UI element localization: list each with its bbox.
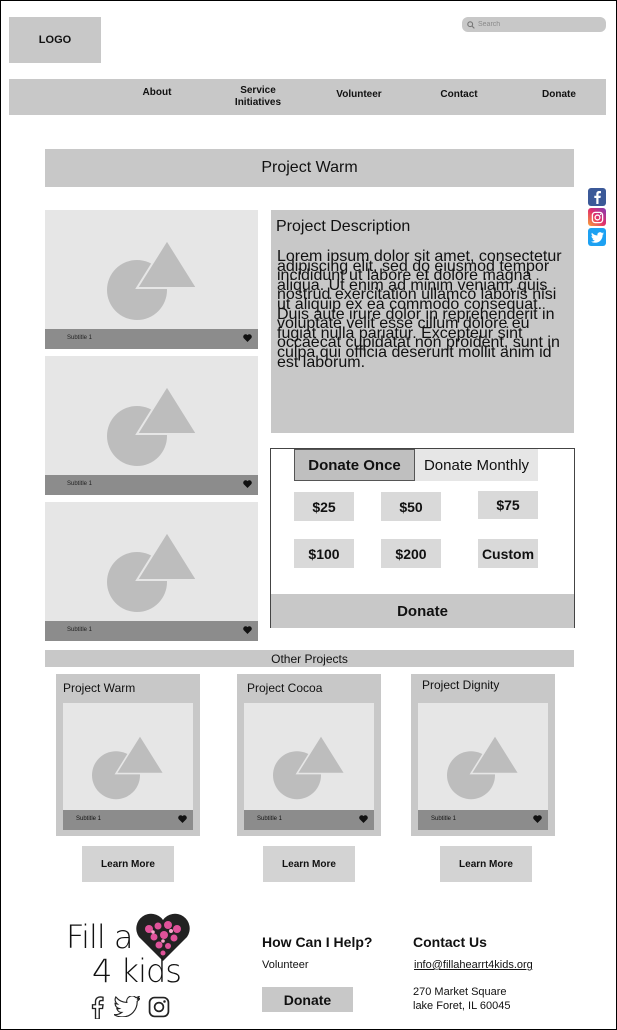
facebook-icon[interactable] — [588, 188, 606, 206]
search-input[interactable] — [478, 21, 598, 28]
amount-100-button[interactable]: $100 — [294, 539, 354, 568]
heart-icon[interactable] — [533, 815, 542, 823]
heart-icon[interactable] — [243, 626, 252, 634]
heart-icon[interactable] — [243, 480, 252, 488]
twitter-icon[interactable] — [588, 228, 606, 246]
card-caption: Subtitle 1 — [418, 810, 548, 830]
contact-heading: Contact Us — [413, 934, 487, 950]
description-body: Lorem ipsum dolor sit amet, consectetur … — [277, 248, 562, 371]
amount-75-button[interactable]: $75 — [478, 491, 538, 519]
other-projects-heading: Other Projects — [45, 650, 574, 667]
learn-more-button[interactable]: Learn More — [263, 846, 355, 882]
tab-donate-once[interactable]: Donate Once — [294, 449, 415, 481]
project-title: Project Cocoa — [247, 681, 323, 695]
nav-about[interactable]: About — [132, 87, 182, 99]
project-image: Subtitle 1 — [63, 703, 193, 830]
project-image: Subtitle 1 — [244, 703, 374, 830]
project-card[interactable]: Project Dignity Subtitle 1 — [411, 674, 555, 836]
image-placeholder-icon — [273, 735, 345, 800]
nav-service-initiatives[interactable]: Service Initiatives — [217, 85, 299, 109]
logo[interactable]: LOGO — [9, 17, 101, 63]
gallery-card[interactable]: Subtitle 1 — [45, 356, 258, 495]
card-caption: Subtitle 1 — [45, 621, 258, 641]
main-nav: About Service Initiatives Volunteer Cont… — [9, 79, 606, 115]
footer-logo[interactable]: Fill a 4 kids — [66, 913, 194, 993]
card-subtitle: Subtitle 1 — [67, 481, 93, 487]
nav-donate[interactable]: Donate — [533, 89, 585, 101]
instagram-icon[interactable] — [148, 996, 170, 1018]
page-title: Project Warm — [45, 149, 574, 187]
help-heading: How Can I Help? — [262, 934, 373, 950]
project-card[interactable]: Project Warm Subtitle 1 — [56, 674, 200, 836]
project-title: Project Dignity — [422, 678, 500, 692]
facebook-icon[interactable] — [88, 995, 106, 1019]
nav-volunteer[interactable]: Volunteer — [327, 89, 391, 101]
card-subtitle: Subtitle 1 — [76, 816, 102, 822]
volunteer-link[interactable]: Volunteer — [262, 959, 308, 971]
card-subtitle: Subtitle 1 — [257, 816, 283, 822]
card-caption: Subtitle 1 — [63, 810, 193, 830]
address-line-1: 270 Market Square — [413, 986, 507, 998]
card-subtitle: Subtitle 1 — [431, 816, 457, 822]
description-heading: Project Description — [276, 218, 411, 235]
amount-25-button[interactable]: $25 — [294, 492, 354, 521]
card-caption: Subtitle 1 — [45, 329, 258, 349]
image-placeholder-icon — [92, 735, 164, 800]
nav-contact[interactable]: Contact — [431, 89, 487, 101]
card-caption: Subtitle 1 — [244, 810, 374, 830]
contact-email-link[interactable]: info@fillahearrt4kids.org — [414, 959, 533, 971]
donate-button[interactable]: Donate — [271, 594, 574, 628]
image-placeholder-icon — [107, 386, 197, 466]
heart-icon[interactable] — [359, 815, 368, 823]
card-subtitle: Subtitle 1 — [67, 627, 93, 633]
gallery-card[interactable]: Subtitle 1 — [45, 502, 258, 641]
brand-line1: Fill a — [66, 918, 134, 956]
tab-donate-monthly[interactable]: Donate Monthly — [415, 449, 538, 481]
twitter-icon[interactable] — [114, 996, 140, 1017]
footer-donate-button[interactable]: Donate — [262, 987, 353, 1012]
search-bar[interactable] — [462, 17, 606, 32]
card-caption: Subtitle 1 — [45, 475, 258, 495]
heart-icon[interactable] — [178, 815, 187, 823]
card-subtitle: Subtitle 1 — [67, 335, 93, 341]
gallery-card[interactable]: Subtitle 1 — [45, 210, 258, 349]
amount-50-button[interactable]: $50 — [381, 492, 441, 521]
contact-address: 270 Market Square lake Foret, IL 60045 — [413, 985, 510, 1013]
instagram-icon[interactable] — [588, 208, 606, 226]
brand-line2: 4 kids — [92, 952, 182, 990]
amount-custom-button[interactable]: Custom — [478, 539, 538, 568]
search-icon — [467, 20, 475, 29]
learn-more-button[interactable]: Learn More — [82, 846, 174, 882]
project-image: Subtitle 1 — [418, 703, 548, 830]
learn-more-button[interactable]: Learn More — [440, 846, 532, 882]
image-placeholder-icon — [107, 532, 197, 612]
heart-icon[interactable] — [243, 334, 252, 342]
address-line-2: lake Foret, IL 60045 — [413, 1000, 511, 1012]
project-description: Project Description Lorem ipsum dolor si… — [271, 210, 574, 433]
image-placeholder-icon — [107, 240, 197, 320]
amount-200-button[interactable]: $200 — [381, 539, 441, 568]
project-title: Project Warm — [63, 681, 136, 695]
image-placeholder-icon — [447, 735, 519, 800]
project-card[interactable]: Project Cocoa Subtitle 1 — [237, 674, 381, 836]
